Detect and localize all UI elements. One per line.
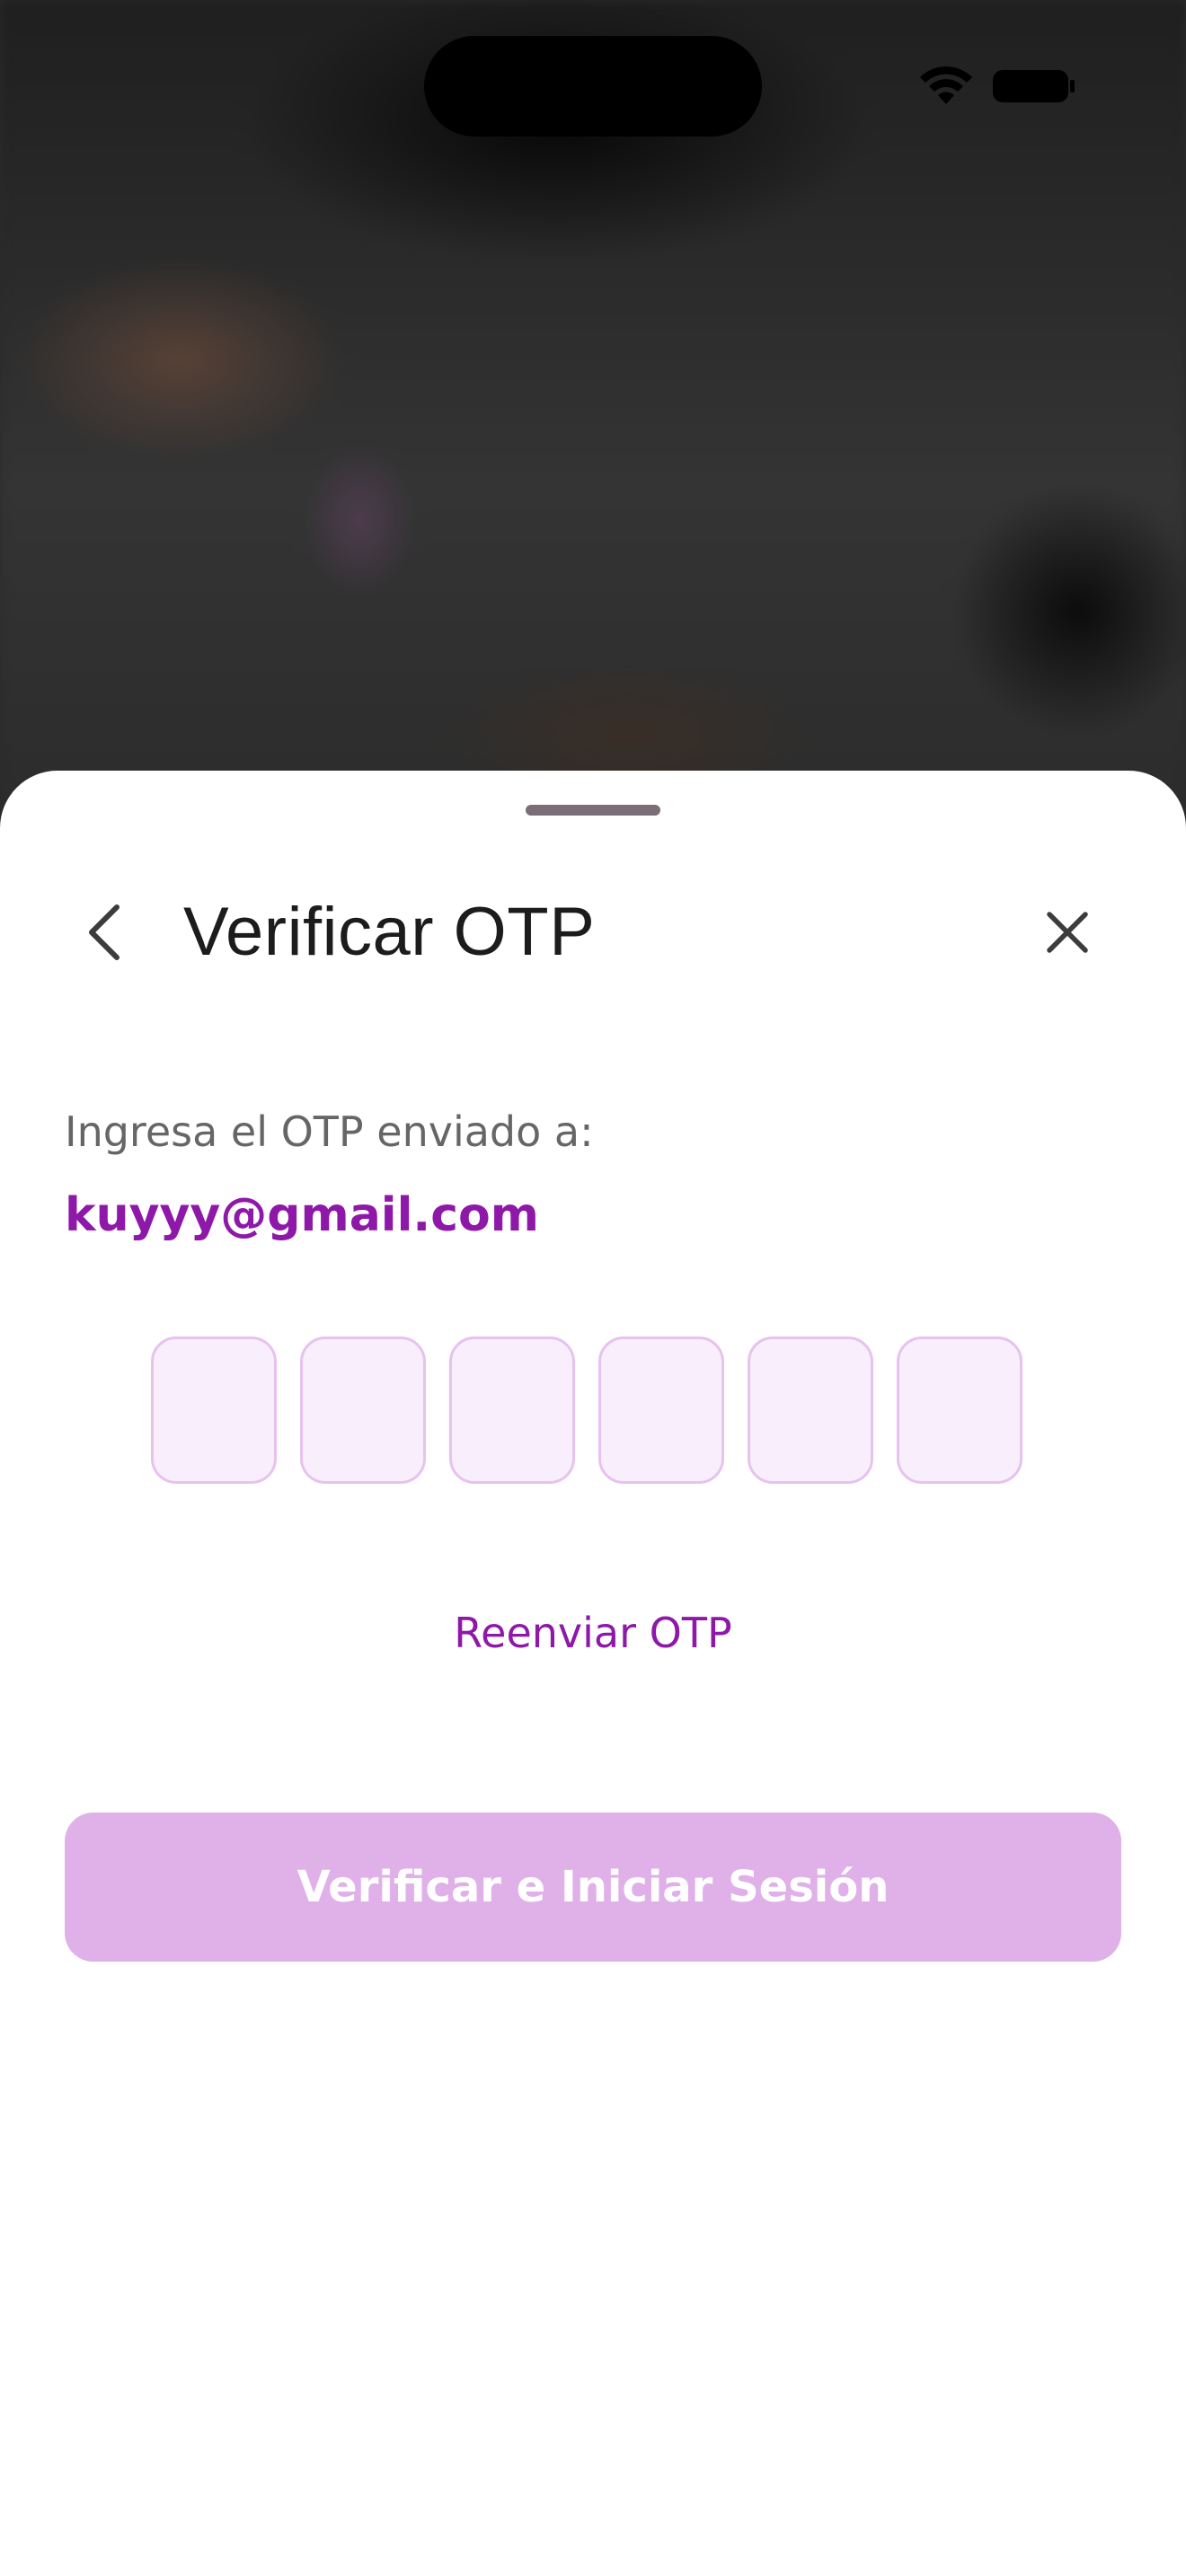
otp-digit-4[interactable]: [598, 1337, 724, 1484]
chevron-left-icon: [89, 904, 119, 960]
screen: Verificar OTP Ingresa el OTP enviado a: …: [0, 0, 1186, 2576]
otp-digit-2[interactable]: [300, 1337, 426, 1484]
battery-icon: [993, 70, 1075, 102]
otp-input-group: [151, 1337, 1022, 1484]
otp-bottom-sheet: Verificar OTP Ingresa el OTP enviado a: …: [0, 771, 1186, 2576]
resend-otp-link[interactable]: Reenviar OTP: [0, 1606, 1186, 1660]
verify-and-login-button[interactable]: Verificar e Iniciar Sesión: [65, 1813, 1121, 1962]
back-button[interactable]: [68, 896, 140, 968]
otp-instruction: Ingresa el OTP enviado a:: [65, 1107, 594, 1156]
otp-digit-1[interactable]: [151, 1337, 277, 1484]
otp-digit-5[interactable]: [748, 1337, 873, 1484]
otp-digit-6[interactable]: [897, 1337, 1022, 1484]
close-button[interactable]: [1031, 896, 1103, 968]
sheet-grabber[interactable]: [526, 805, 660, 816]
recipient-email: kuyyy@gmail.com: [65, 1188, 539, 1242]
dynamic-island: [424, 36, 762, 137]
wifi-icon: [920, 66, 972, 104]
otp-digit-3[interactable]: [449, 1337, 575, 1484]
close-icon: [1047, 912, 1088, 953]
page-title: Verificar OTP: [183, 894, 596, 970]
